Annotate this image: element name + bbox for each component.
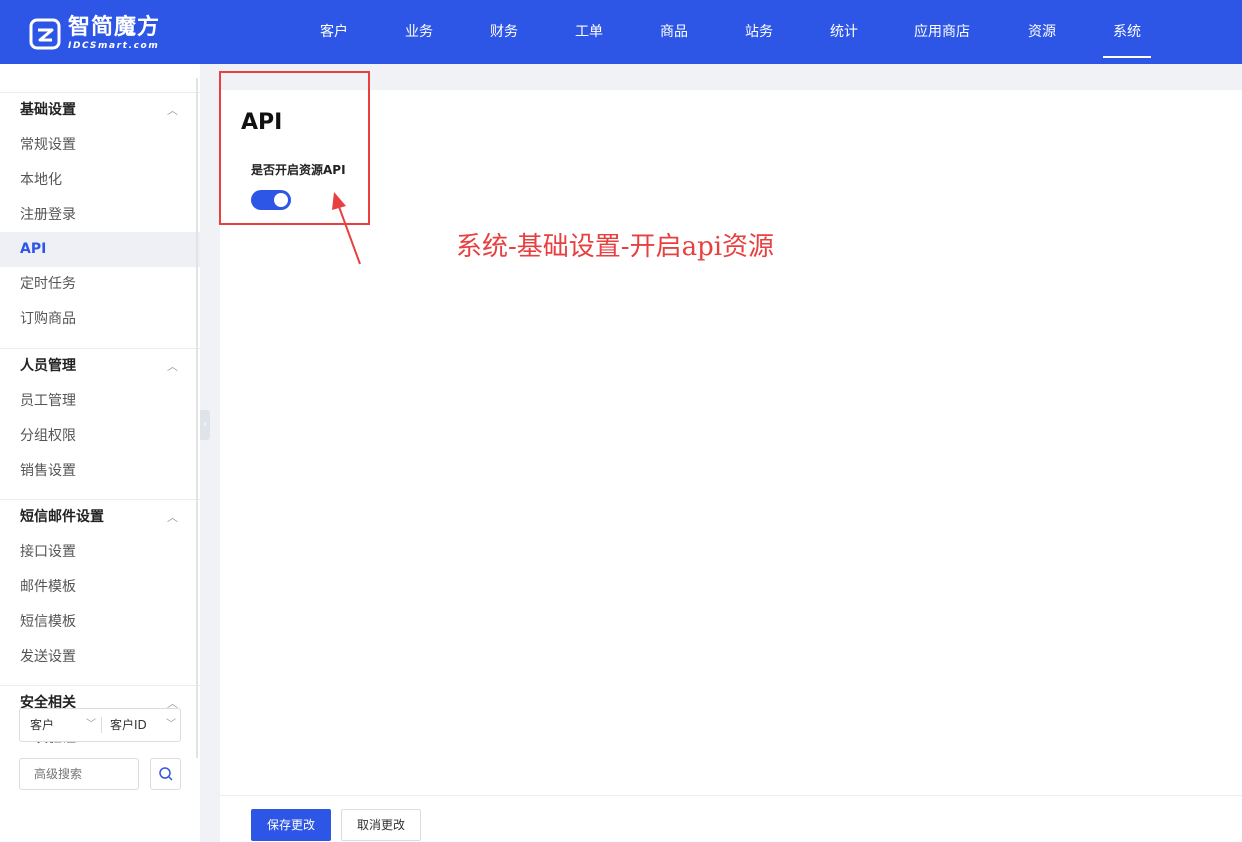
content-card: [220, 90, 1242, 795]
sidebar-group-staff[interactable]: 人员管理 ︿: [0, 349, 200, 384]
sidebar-item-group-permissions[interactable]: 分组权限: [0, 419, 200, 454]
nav-item-finance[interactable]: 财务: [490, 0, 518, 64]
brand-logo[interactable]: 智简魔方 IDCSmart.com: [28, 14, 160, 54]
save-button[interactable]: 保存更改: [251, 809, 331, 841]
search-filter-row: 客户 ﹀ 客户ID ﹀: [19, 708, 181, 742]
cancel-button[interactable]: 取消更改: [341, 809, 421, 841]
nav-item-stats[interactable]: 统计: [830, 0, 858, 64]
search-button[interactable]: [150, 758, 181, 790]
sidebar-collapse-handle[interactable]: ‹: [200, 410, 210, 440]
sidebar-item-order-products[interactable]: 订购商品: [0, 302, 200, 337]
sidebar-item-interfaces[interactable]: 接口设置: [0, 535, 200, 570]
type-select[interactable]: 客户 ﹀: [30, 709, 98, 741]
sidebar-item-staff[interactable]: 员工管理: [0, 384, 200, 419]
search-icon: [158, 767, 173, 781]
chevron-up-icon[interactable]: ︿: [167, 93, 178, 128]
brand-subtitle: IDCSmart.com: [68, 41, 160, 51]
chevron-up-icon[interactable]: ︿: [167, 500, 178, 535]
sidebar-group-label: 短信邮件设置: [20, 509, 104, 525]
sidebar-item-api[interactable]: API: [0, 232, 200, 267]
sidebar-item-send-settings[interactable]: 发送设置: [0, 640, 200, 675]
nav-item-business[interactable]: 业务: [405, 0, 433, 64]
sidebar-item-localization[interactable]: 本地化: [0, 163, 200, 198]
sidebar-group-basic[interactable]: 基础设置 ︿: [0, 93, 200, 128]
chevron-down-icon: ﹀: [166, 719, 176, 730]
sidebar-group-sms-email[interactable]: 短信邮件设置 ︿: [0, 500, 200, 535]
nav-item-site[interactable]: 站务: [745, 0, 773, 64]
nav-item-app-store[interactable]: 应用商店: [914, 0, 970, 64]
top-header: 智简魔方 IDCSmart.com 客户 业务 财务 工单 商品 站务 统计 应…: [0, 0, 1242, 64]
nav-item-system[interactable]: 系统: [1103, 0, 1151, 64]
brand-name: 智简魔方: [68, 15, 161, 40]
sidebar-item-sms-templates[interactable]: 短信模板: [0, 605, 200, 640]
type-select-value: 客户: [30, 718, 55, 732]
nav-item-products[interactable]: 商品: [660, 0, 688, 64]
sidebar-group-label: 人员管理: [20, 358, 76, 374]
annotation-arrow-icon: [332, 192, 361, 265]
field-select[interactable]: 客户ID ﹀: [110, 709, 180, 741]
chevron-up-icon[interactable]: ︿: [167, 349, 178, 384]
nav-item-tickets[interactable]: 工单: [575, 0, 603, 64]
nav-item-clients[interactable]: 客户: [320, 0, 348, 64]
field-select-value: 客户ID: [110, 718, 147, 732]
chevron-down-icon: ﹀: [86, 719, 96, 730]
sidebar-item-email-templates[interactable]: 邮件模板: [0, 570, 200, 605]
sidebar-scrollbar[interactable]: [196, 78, 198, 758]
sidebar-group-label: 基础设置: [20, 102, 76, 118]
chevron-left-icon: ‹: [203, 419, 207, 430]
logo-icon: [28, 17, 62, 51]
sidebar-item-register-login[interactable]: 注册登录: [0, 198, 200, 233]
nav-item-resources[interactable]: 资源: [1028, 0, 1056, 64]
sidebar-item-sales[interactable]: 销售设置: [0, 454, 200, 489]
search-input[interactable]: [19, 758, 139, 790]
sidebar-item-general[interactable]: 常规设置: [0, 128, 200, 163]
annotation-text: 系统-基础设置-开启api资源: [456, 232, 775, 262]
filter-separator: [101, 717, 102, 733]
sidebar-item-cron[interactable]: 定时任务: [0, 267, 200, 302]
